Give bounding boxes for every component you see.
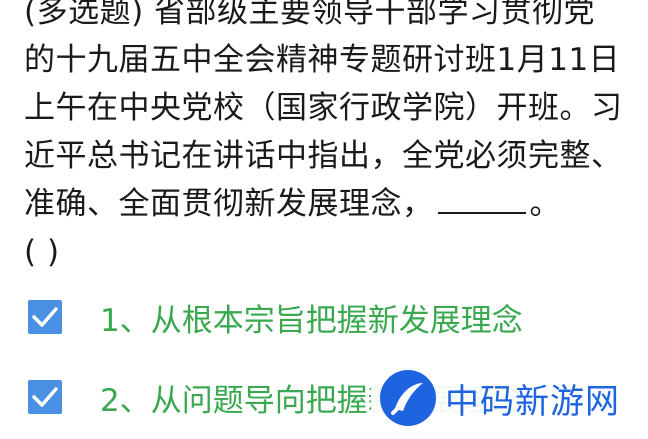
question-line-4: 近平总书记在讲话中指出，全党必须完整、 [24,138,623,174]
question-line-5: 准确、全面贯彻新发展理念， 。 [24,180,639,228]
question-text: (多选题) 省部级主要领导干部学习贯彻党 的十九届五中全会精神专题研讨班1月11… [24,0,639,276]
question-line-5-text: 准确、全面贯彻新发展理念， [24,186,434,222]
checkbox-checked-icon[interactable] [28,300,62,334]
brand-logo-icon [380,370,436,426]
watermark: 中码新游网 [371,363,630,433]
question-line-1: (多选题) 省部级主要领导干部学习贯彻党 [24,0,596,30]
option-1[interactable]: 1、从根本宗旨把握新发展理念 [28,297,523,339]
answer-blank [437,186,526,214]
watermark-text: 中码新游网 [445,381,620,422]
question-line-5-end: 。 [529,186,561,222]
checkbox-checked-icon[interactable] [28,380,62,414]
option-1-label: 1、从根本宗旨把握新发展理念 [100,302,523,339]
question-line-3: 上午在中央党校（国家行政学院）开班。习 [24,90,623,126]
answer-parentheses: ( ) [24,234,60,270]
question-line-2: 的十九届五中全会精神专题研讨班1月11日 [24,42,621,78]
